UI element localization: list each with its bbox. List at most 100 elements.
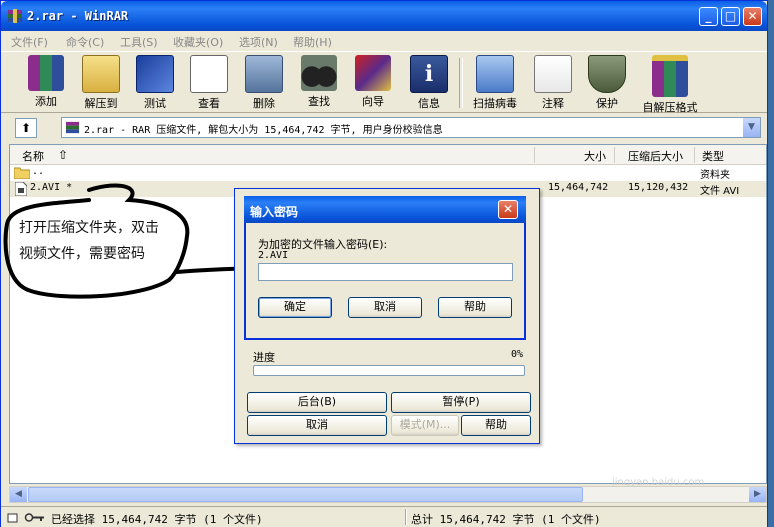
toolbar-scan-virus-button[interactable]: 扫描病毒: [469, 55, 521, 111]
up-arrow-icon: ⬆: [20, 121, 32, 135]
column-name[interactable]: 名称: [22, 148, 44, 164]
progress-label: 进度: [253, 351, 275, 364]
toolbar-info-label: 信息: [418, 97, 440, 110]
toolbar-separator: [459, 58, 463, 108]
column-packed[interactable]: 压缩后大小: [628, 148, 683, 164]
pause-button[interactable]: 暂停(P): [391, 392, 531, 413]
test-icon: [136, 55, 174, 93]
toolbar-wizard-button[interactable]: 向导: [353, 55, 393, 109]
annotation-line-2: 视频文件，需要密码: [19, 246, 145, 262]
menu-help[interactable]: 帮助(H): [293, 34, 332, 50]
progress-help-button[interactable]: 帮助: [461, 415, 531, 436]
progress-bar: [253, 365, 525, 376]
toolbar-delete-label: 删除: [253, 97, 275, 110]
progress-percent: 0%: [511, 349, 524, 360]
status-total: 总计 15,464,742 字节 (1 个文件): [411, 513, 601, 526]
extract-to-icon: [82, 55, 120, 93]
sfx-icon: [652, 55, 688, 97]
wizard-icon: [355, 55, 391, 91]
annotation-line-1: 打开压缩文件夹，双击: [19, 220, 159, 236]
toolbar-test-label: 测试: [144, 97, 166, 110]
column-size[interactable]: 大小: [584, 148, 606, 164]
key-lock-icon: [7, 513, 44, 523]
protect-shield-icon: [588, 55, 626, 93]
ok-button[interactable]: 确定: [258, 297, 332, 318]
scroll-thumb[interactable]: [28, 487, 583, 502]
menu-tools[interactable]: 工具(S): [120, 34, 158, 50]
row-packed: 15,120,432: [628, 182, 689, 193]
password-help-button[interactable]: 帮助: [438, 297, 512, 318]
horizontal-scrollbar[interactable]: ◀ ▶: [9, 486, 767, 503]
menu-commands[interactable]: 命令(C): [66, 34, 104, 50]
password-dialog-close-button[interactable]: ✕: [498, 200, 518, 219]
row-size: 15,464,742: [548, 182, 609, 193]
watermark-url: jingyan.baidu.com: [612, 477, 705, 488]
column-divider[interactable]: [534, 147, 535, 163]
toolbar-test-button[interactable]: 测试: [135, 55, 175, 111]
column-divider[interactable]: [614, 147, 615, 163]
toolbar-find-button[interactable]: 查找: [298, 55, 340, 109]
status-divider: [405, 509, 407, 525]
toolbar-add-label: 添加: [35, 95, 57, 108]
background-button[interactable]: 后台(B): [247, 392, 387, 413]
archive-icon: [65, 121, 80, 134]
comment-icon: [534, 55, 572, 93]
status-selected: 已经选择 15,464,742 字节 (1 个文件): [51, 513, 263, 526]
toolbar-protect-button[interactable]: 保护: [587, 55, 627, 111]
toolbar-delete-button[interactable]: 删除: [244, 55, 284, 111]
maximize-button[interactable]: □: [721, 7, 740, 26]
add-archive-icon: [28, 55, 64, 91]
window-title: 2.rar - WinRAR: [27, 9, 129, 23]
status-bar: 已经选择 15,464,742 字节 (1 个文件) 总计 15,464,742…: [1, 506, 767, 527]
toolbar-scan-virus-label: 扫描病毒: [473, 97, 517, 110]
toolbar-protect-label: 保护: [596, 97, 618, 110]
path-dropdown[interactable]: 2.rar - RAR 压缩文件, 解包大小为 15,464,742 字节, 用…: [61, 117, 761, 138]
menu-favorites[interactable]: 收藏夹(O): [173, 34, 223, 50]
mode-button: 模式(M)...: [391, 415, 459, 436]
toolbar-add-button[interactable]: 添加: [26, 55, 66, 109]
toolbar-view-button[interactable]: 查看: [189, 55, 229, 111]
chevron-down-icon[interactable]: ▼: [743, 118, 760, 137]
menu-bar: 文件(F) 命令(C) 工具(S) 收藏夹(O) 选项(N) 帮助(H): [1, 31, 767, 51]
minimize-button[interactable]: _: [699, 7, 718, 26]
find-binoculars-icon: [301, 55, 337, 91]
toolbar-extract-to-button[interactable]: 解压到: [76, 55, 126, 111]
password-filename: 2.AVI: [258, 250, 289, 261]
menu-file[interactable]: 文件(F): [11, 34, 48, 50]
close-button[interactable]: ✕: [743, 7, 762, 26]
column-type[interactable]: 类型: [702, 148, 724, 164]
menu-options[interactable]: 选项(N): [239, 34, 278, 50]
password-dialog: 输入密码 ✕ 为加密的文件输入密码(E): 2.AVI 确定 取消 帮助: [244, 196, 526, 340]
column-divider[interactable]: [694, 147, 695, 163]
password-input[interactable]: [258, 263, 513, 281]
password-dialog-title-bar[interactable]: 输入密码 ✕: [244, 196, 526, 223]
password-dialog-title: 输入密码: [250, 205, 299, 219]
toolbar-sfx-label: 自解压格式: [642, 101, 698, 114]
desktop-background: [768, 0, 774, 527]
toolbar-info-button[interactable]: i 信息: [409, 55, 449, 111]
annotation-text: 打开压缩文件夹，双击 视频文件，需要密码: [19, 215, 159, 267]
toolbar-extract-to-label: 解压到: [84, 97, 118, 110]
password-cancel-button[interactable]: 取消: [348, 297, 422, 318]
row-type: 文件 AVI: [700, 186, 740, 197]
path-text: 2.rar - RAR 压缩文件, 解包大小为 15,464,742 字节, 用…: [84, 125, 443, 136]
winrar-app-icon[interactable]: [7, 8, 23, 24]
progress-cancel-button[interactable]: 取消: [247, 415, 387, 436]
watermark-logo: Baidu经验: [588, 454, 703, 479]
up-folder-button[interactable]: ⬆: [15, 118, 37, 138]
toolbar-view-label: 查看: [198, 97, 220, 110]
scroll-left-button[interactable]: ◀: [10, 487, 27, 502]
scan-virus-icon: [476, 55, 514, 93]
info-icon: i: [410, 55, 448, 93]
toolbar-wizard-label: 向导: [362, 95, 384, 108]
row-type: 资料夹: [700, 170, 730, 181]
toolbar-find-label: 查找: [308, 95, 330, 108]
toolbar-comment-button[interactable]: 注释: [533, 55, 573, 111]
path-bar: ⬆ 2.rar - RAR 压缩文件, 解包大小为 15,464,742 字节,…: [1, 114, 767, 142]
toolbar-sfx-button[interactable]: 自解压格式: [639, 55, 701, 115]
view-icon: [190, 55, 228, 93]
title-bar[interactable]: 2.rar - WinRAR _ □ ✕: [1, 1, 767, 31]
scroll-right-button[interactable]: ▶: [749, 487, 766, 502]
sort-up-icon[interactable]: ⇧: [58, 148, 68, 162]
delete-icon: [245, 55, 283, 93]
